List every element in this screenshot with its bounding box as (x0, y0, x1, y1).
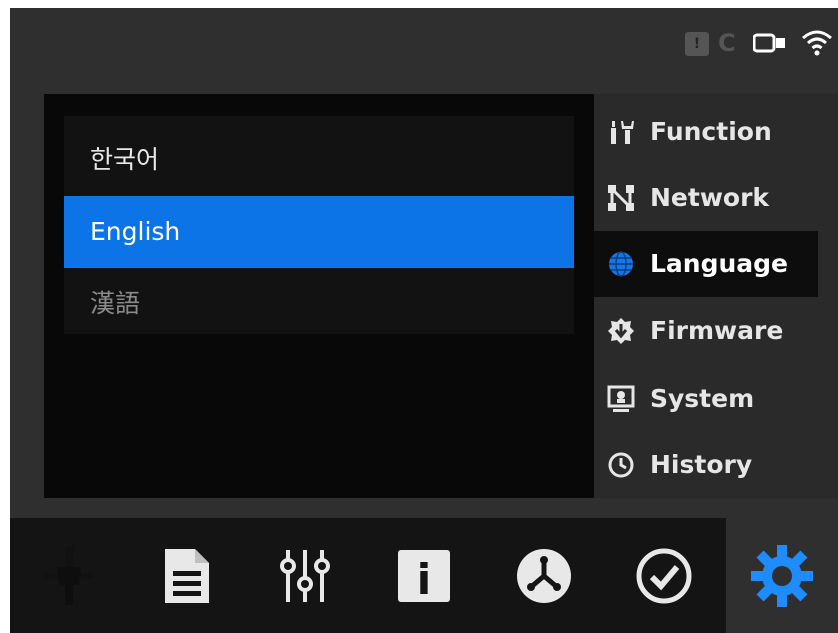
settings-menu: Function Network Language Firmware Syste… (594, 94, 838, 498)
menu-item-label: Language (650, 249, 789, 278)
menu-item-language[interactable]: Language (594, 231, 818, 297)
tab-info[interactable]: i (364, 518, 484, 633)
firmware-icon (608, 318, 634, 344)
menu-item-history[interactable]: History (594, 432, 818, 498)
tab-move-axes[interactable] (10, 518, 128, 633)
svg-text:i: i (417, 555, 431, 604)
language-option-label: 한국어 (90, 145, 160, 174)
language-option-label: English (90, 217, 181, 246)
camera-icon[interactable] (753, 28, 787, 58)
check-circle-icon (636, 548, 692, 603)
network-icon (608, 185, 634, 211)
settings-gear-icon (751, 544, 813, 607)
menu-item-network[interactable]: Network (594, 165, 818, 231)
language-option-chinese[interactable]: 漢語 (64, 268, 574, 340)
printer-screen: ! C 한국어 English 漢語 Function Network Lang… (10, 8, 838, 633)
globe-icon (609, 251, 633, 277)
language-option-label: 漢語 (90, 289, 141, 318)
tab-network[interactable] (484, 518, 604, 633)
history-icon (608, 452, 634, 478)
tab-settings[interactable] (726, 518, 838, 633)
language-panel: 한국어 English 漢語 (44, 94, 594, 498)
tab-files[interactable] (128, 518, 246, 633)
sliders-icon (280, 549, 330, 602)
language-option-english[interactable]: English (64, 196, 574, 268)
sync-icon[interactable]: C (718, 28, 736, 58)
status-bar: ! C (10, 8, 838, 78)
network-hub-icon (517, 548, 571, 603)
menu-item-label: History (650, 450, 753, 479)
menu-item-label: Network (650, 183, 770, 212)
move-axes-icon (45, 546, 93, 605)
menu-item-label: Firmware (650, 316, 784, 345)
menu-item-function[interactable]: Function (594, 99, 818, 165)
language-list: 한국어 English 漢語 (64, 116, 574, 334)
wifi-icon[interactable] (800, 26, 834, 58)
tab-check[interactable] (604, 518, 724, 633)
tools-icon (611, 121, 634, 144)
tab-tune[interactable] (246, 518, 364, 633)
bottom-tab-bar: i (10, 518, 838, 633)
info-icon: i (398, 549, 450, 604)
system-icon (607, 385, 635, 412)
menu-item-label: Function (650, 117, 772, 146)
language-option-korean[interactable]: 한국어 (64, 124, 574, 196)
menu-item-label: System (650, 384, 755, 413)
warning-icon[interactable]: ! (685, 32, 709, 56)
menu-item-firmware[interactable]: Firmware (594, 298, 818, 364)
menu-item-system[interactable]: System (594, 366, 818, 432)
file-icon (165, 548, 209, 603)
